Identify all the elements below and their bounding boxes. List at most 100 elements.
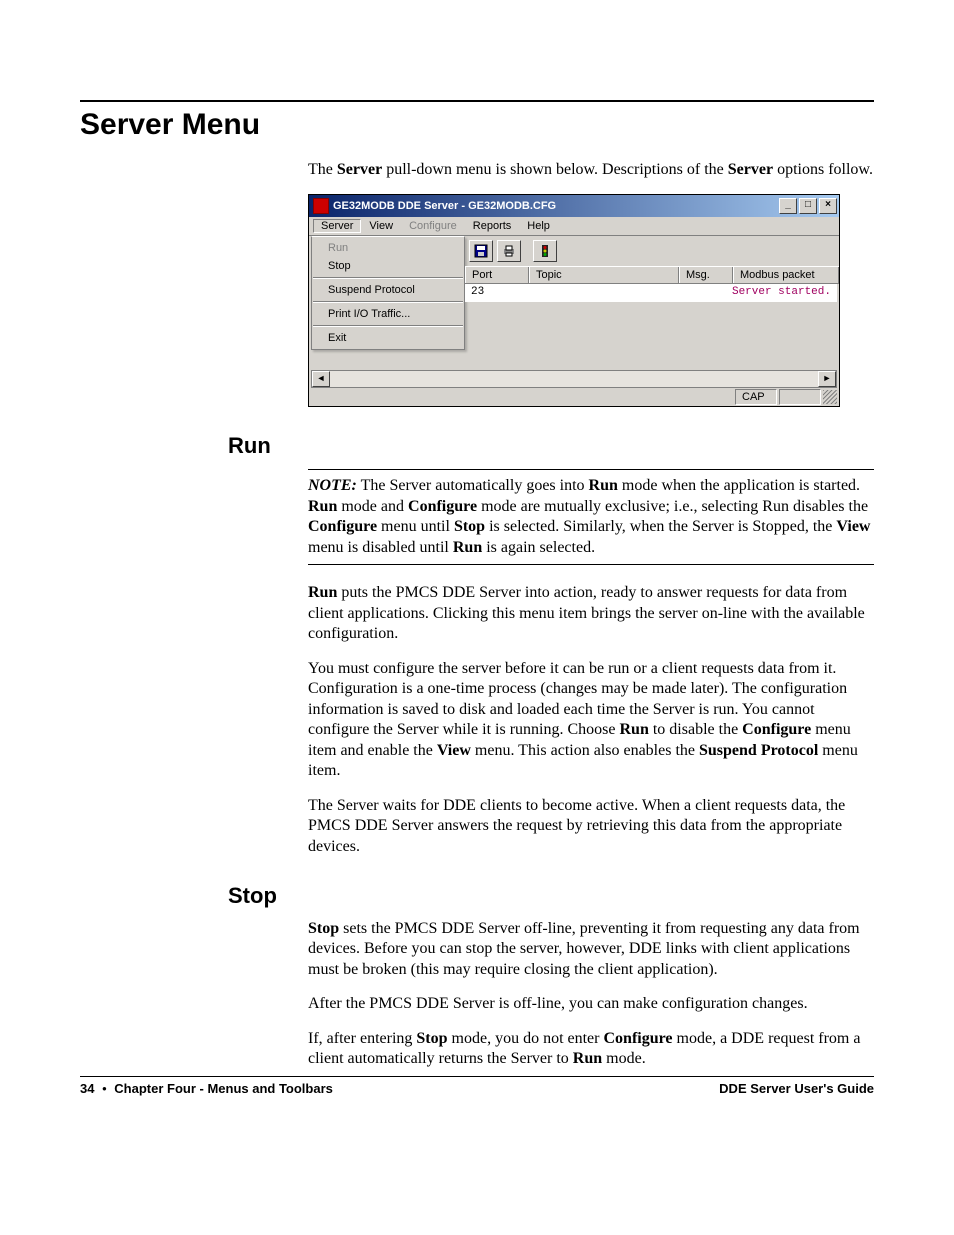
data-row: 23 Server started. — [465, 284, 837, 302]
traffic-light-icon — [538, 244, 552, 258]
column-headers: Port Topic Msg. Modbus packet — [465, 266, 839, 284]
b: Suspend Protocol — [699, 742, 818, 759]
text: pull-down menu is shown below. Descripti… — [382, 161, 728, 178]
scroll-right-button[interactable]: ► — [818, 371, 836, 387]
b: View — [437, 742, 471, 759]
b: Configure — [742, 721, 811, 738]
menuitem-stop[interactable]: Stop — [312, 257, 464, 275]
b: Configure — [408, 498, 477, 515]
t: The Server automatically goes into — [357, 477, 589, 494]
b: Stop — [308, 920, 339, 937]
status-pane-empty — [779, 389, 821, 405]
col-msg: Msg. — [679, 267, 733, 283]
statusbar: CAP — [309, 388, 839, 406]
footer-left: 34 • Chapter Four - Menus and Toolbars — [80, 1081, 333, 1096]
horizontal-scrollbar[interactable]: ◄ ► — [311, 370, 837, 388]
menu-server[interactable]: Server — [313, 219, 361, 233]
b: Configure — [603, 1030, 672, 1047]
menuitem-print-io-traffic[interactable]: Print I/O Traffic... — [312, 305, 464, 323]
resize-grip-icon[interactable] — [823, 390, 837, 404]
menu-separator — [313, 277, 463, 279]
scroll-left-button[interactable]: ◄ — [312, 371, 330, 387]
save-button[interactable] — [469, 240, 493, 262]
status-cap: CAP — [735, 389, 777, 405]
stop-p3: If, after entering Stop mode, you do not… — [308, 1029, 874, 1070]
text-bold: Server — [728, 161, 773, 178]
b: Run — [573, 1050, 602, 1067]
run-heading: Run — [228, 433, 874, 459]
t: menu until — [377, 518, 454, 535]
stop-p2: After the PMCS DDE Server is off-line, y… — [308, 994, 874, 1014]
menubar: Server View Configure Reports Help — [309, 217, 839, 236]
b: Run — [620, 721, 649, 738]
col-port: Port — [465, 267, 529, 283]
toolbar-separator — [525, 240, 529, 262]
b: Run — [308, 584, 337, 601]
t: mode when the application is started. — [618, 477, 860, 494]
traffic-button[interactable] — [533, 240, 557, 262]
stop-p1: Stop sets the PMCS DDE Server off-line, … — [308, 919, 874, 980]
note-label: NOTE: — [308, 477, 357, 494]
app-body: Run Stop Suspend Protocol Print I/O Traf… — [309, 236, 839, 406]
row-fragment: 23 — [471, 286, 484, 298]
app-window: GE32MODB DDE Server - GE32MODB.CFG _ □ ×… — [308, 194, 840, 407]
menu-separator — [313, 301, 463, 303]
titlebar: GE32MODB DDE Server - GE32MODB.CFG _ □ × — [309, 195, 839, 217]
menu-configure: Configure — [401, 219, 465, 233]
text: The — [308, 161, 337, 178]
run-p2: You must configure the server before it … — [308, 659, 874, 782]
t: mode are mutually exclusive; i.e., selec… — [477, 498, 868, 515]
b: View — [836, 518, 870, 535]
b: Run — [308, 498, 337, 515]
t: is selected. Similarly, when the Server … — [485, 518, 836, 535]
b: Run — [589, 477, 618, 494]
print-button[interactable] — [497, 240, 521, 262]
bullet-icon: • — [102, 1081, 107, 1096]
minimize-button[interactable]: _ — [779, 198, 797, 214]
b: Stop — [416, 1030, 447, 1047]
row-message: Server started. — [732, 286, 831, 298]
t: mode and — [337, 498, 408, 515]
toolbar — [465, 236, 561, 266]
print-icon — [502, 244, 516, 258]
b: Run — [453, 539, 482, 556]
b: Stop — [454, 518, 485, 535]
t: menu. This action also enables the — [471, 742, 699, 759]
footer-right: DDE Server User's Guide — [719, 1081, 874, 1096]
top-rule — [80, 100, 874, 102]
page-number: 34 — [80, 1081, 94, 1096]
server-dropdown: Run Stop Suspend Protocol Print I/O Traf… — [311, 236, 465, 350]
t: is again selected. — [482, 539, 595, 556]
menuitem-exit[interactable]: Exit — [312, 329, 464, 347]
chapter-title: Chapter Four - Menus and Toolbars — [114, 1081, 333, 1096]
run-p3: The Server waits for DDE clients to beco… — [308, 796, 874, 857]
t: to disable the — [649, 721, 742, 738]
app-icon — [313, 198, 329, 214]
menu-view[interactable]: View — [361, 219, 401, 233]
menu-help[interactable]: Help — [519, 219, 558, 233]
main-heading: Server Menu — [80, 108, 874, 142]
t: mode, you do not enter — [448, 1030, 604, 1047]
t: sets the PMCS DDE Server off-line, preve… — [308, 920, 860, 978]
maximize-button[interactable]: □ — [799, 198, 817, 214]
save-icon — [474, 244, 488, 258]
text: options follow. — [773, 161, 873, 178]
t: menu is disabled until — [308, 539, 453, 556]
t: mode. — [602, 1050, 646, 1067]
menu-separator — [313, 325, 463, 327]
window-title: GE32MODB DDE Server - GE32MODB.CFG — [333, 200, 777, 212]
menuitem-run: Run — [312, 239, 464, 257]
run-p1: Run puts the PMCS DDE Server into action… — [308, 583, 874, 644]
stop-heading: Stop — [228, 883, 874, 909]
menuitem-suspend-protocol[interactable]: Suspend Protocol — [312, 281, 464, 299]
t: puts the PMCS DDE Server into action, re… — [308, 584, 865, 642]
intro-paragraph: The Server pull-down menu is shown below… — [308, 160, 874, 180]
b: Configure — [308, 518, 377, 535]
col-topic: Topic — [529, 267, 679, 283]
text-bold: Server — [337, 161, 382, 178]
note-box: NOTE: The Server automatically goes into… — [308, 469, 874, 565]
col-modbus: Modbus packet — [733, 267, 839, 283]
menu-reports[interactable]: Reports — [465, 219, 520, 233]
t: If, after entering — [308, 1030, 416, 1047]
close-button[interactable]: × — [819, 198, 837, 214]
